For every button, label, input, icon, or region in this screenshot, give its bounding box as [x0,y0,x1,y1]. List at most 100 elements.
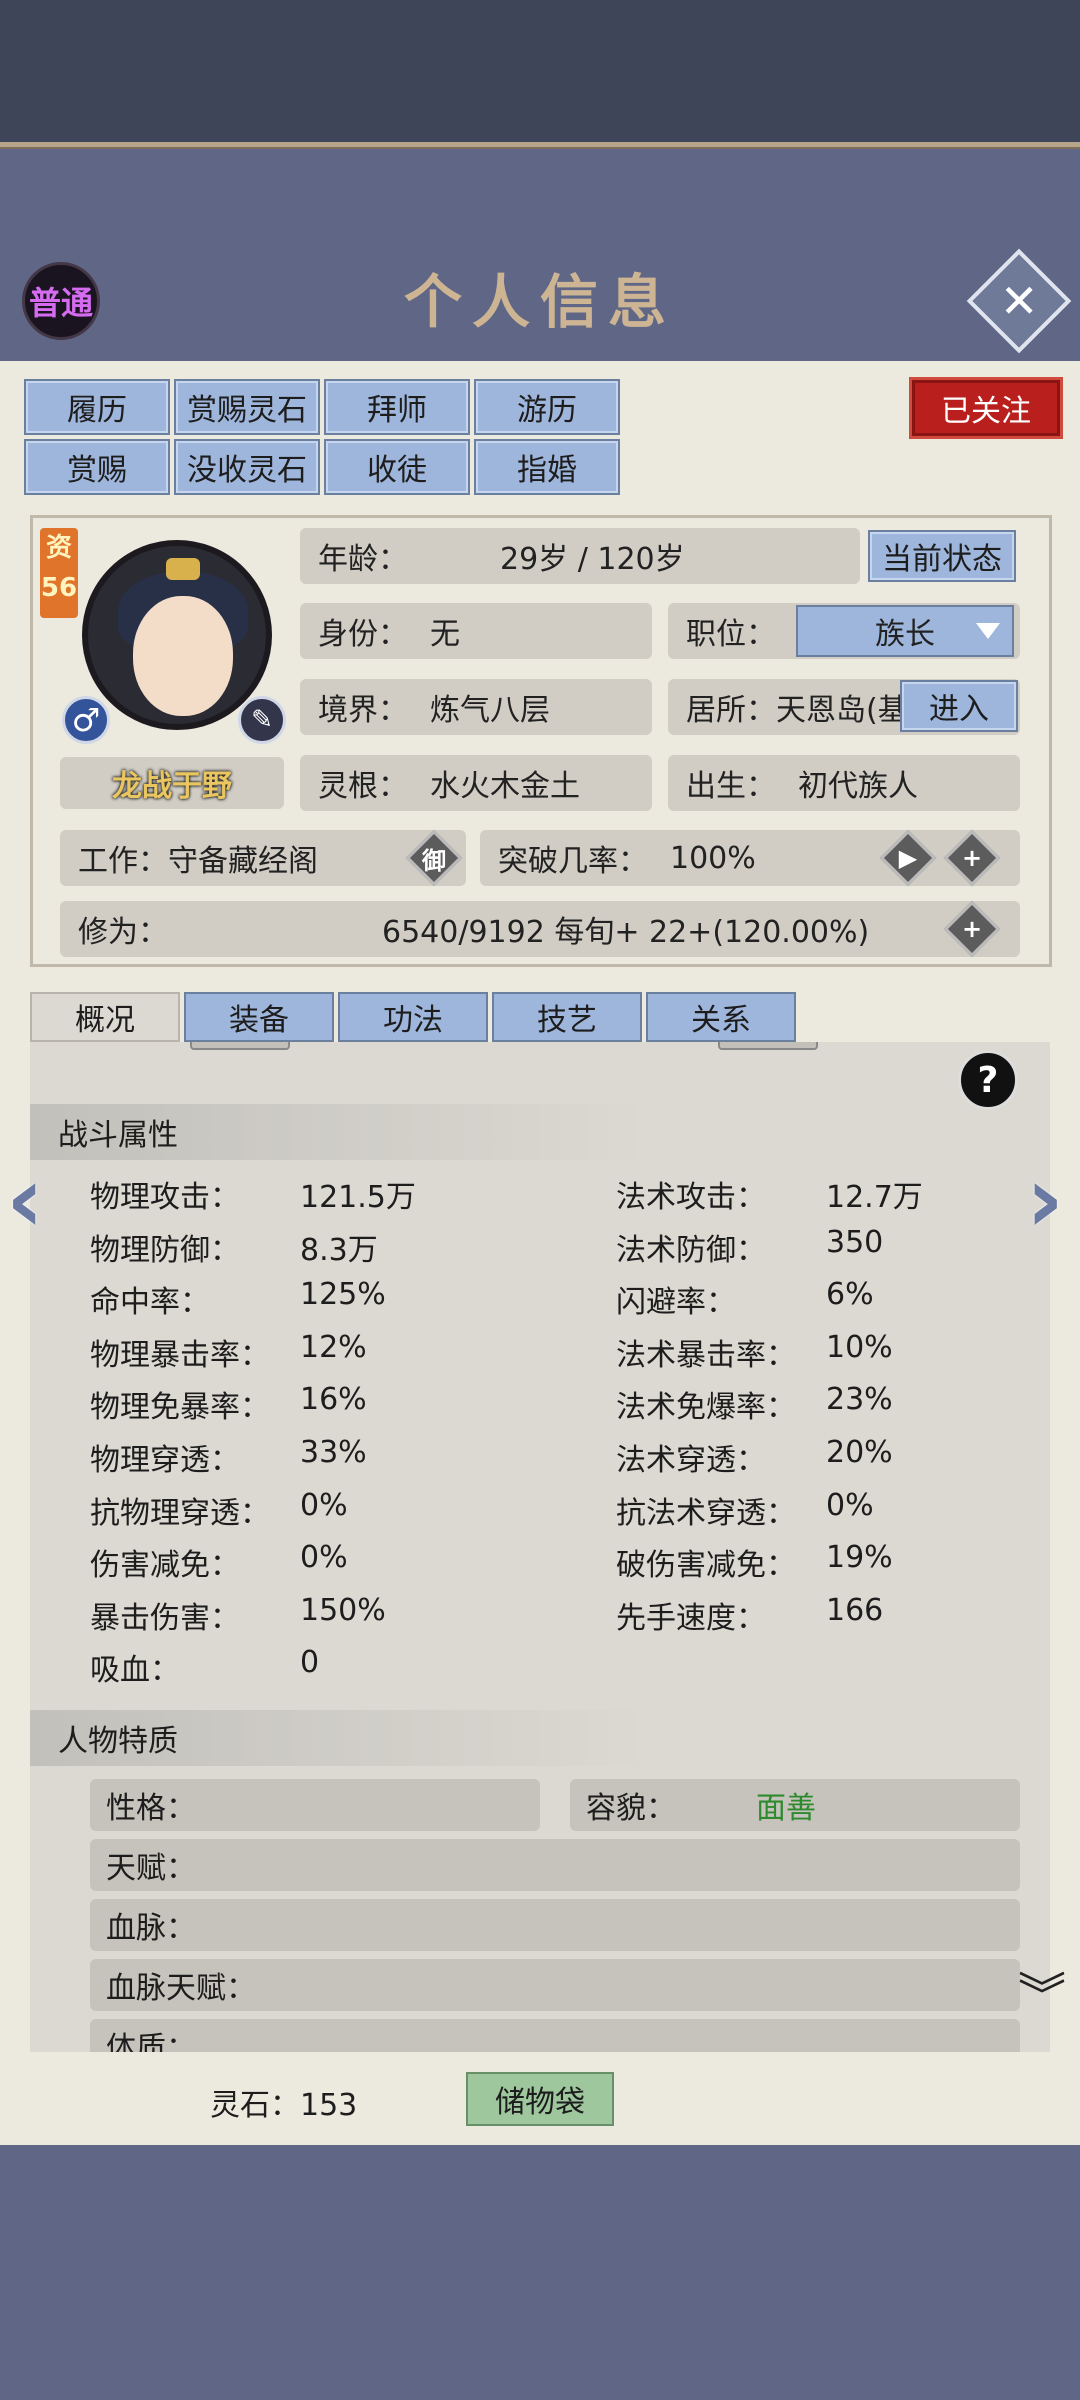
residence-label: 居所： [686,693,776,728]
stat-label-right: 法术防御： [616,1233,766,1268]
stat-label-right: 闪避率： [616,1285,736,1320]
stat-value-left: 8.3万 [300,1233,378,1268]
header-divider [0,142,1080,149]
stat-label-right: 法术暴击率： [616,1338,796,1373]
stat-label-left: 命中率： [90,1285,210,1320]
stat-label-left: 伤害减免： [90,1548,240,1583]
cultivation-value: 6540/9192 每旬+ 22+(120.00%) [382,915,870,950]
scroll-down-chevron-icon[interactable]: ︾ [1012,1972,1072,2032]
stat-value-right: 0% [826,1488,874,1523]
age-field: 年龄： 29岁 / 120岁 [300,528,860,584]
tab-overview[interactable]: 概况 [30,992,180,1042]
age-value: 29岁 / 120岁 [500,542,685,577]
top-band [0,0,1080,145]
arrange-marriage-button[interactable]: 指婚 [474,439,620,495]
character-name: 龙战于野 [60,757,284,809]
breakthrough-value: 100% [670,840,756,876]
physique-label: 体质： [106,2031,196,2052]
clipped-row [30,1042,1050,1058]
apprentice-button[interactable]: 拜师 [324,379,470,435]
confiscate-stones-button[interactable]: 没收灵石 [174,439,320,495]
stat-value-right: 350 [826,1225,884,1260]
stat-value-left: 0% [300,1540,348,1575]
stat-value-right: 166 [826,1593,884,1628]
tab-skills[interactable]: 技艺 [492,992,642,1042]
stat-value-left: 150% [300,1593,386,1628]
followed-button[interactable]: 已关注 [912,380,1060,436]
edit-pen-icon[interactable]: ✎ [238,696,286,744]
tab-relations[interactable]: 关系 [646,992,796,1042]
stat-value-left: 125% [300,1277,386,1312]
page-title: 个人信息 [403,268,676,336]
residence-value: 天恩岛(基 [776,693,908,728]
stat-label-left: 抗物理穿透： [90,1496,270,1531]
position-dropdown[interactable]: 族长 [796,605,1014,657]
talent-field: 天赋： [90,1839,1020,1891]
birth-label: 出生： [686,769,776,804]
stat-label-right: 破伤害减免： [616,1548,796,1583]
stat-label-left: 暴击伤害： [90,1601,240,1636]
appearance-label: 容貌： [586,1791,676,1826]
reward-stones-button[interactable]: 赏赐灵石 [174,379,320,435]
tab-equipment[interactable]: 装备 [184,992,334,1042]
age-label: 年龄： [318,542,408,577]
identity-label: 身份： [318,617,408,652]
appearance-value: 面善 [756,1791,816,1826]
stat-value-left: 0% [300,1488,348,1523]
breakthrough-field: 突破几率： 100% [480,830,1020,886]
birth-field: 出生： 初代族人 [668,755,1020,811]
cultivation-field: 修为： 6540/9192 每旬+ 22+(120.00%) [60,901,1020,957]
history-button[interactable]: 履历 [24,379,170,435]
stat-label-right: 先手速度： [616,1601,766,1636]
tab-techniques[interactable]: 功法 [338,992,488,1042]
cultivation-label: 修为： [78,915,168,950]
stat-label-left: 吸血： [90,1653,180,1688]
breakthrough-label: 突破几率： [498,844,648,879]
stat-value-left: 121.5万 [300,1180,416,1215]
physique-field: 体质： [90,2019,1020,2052]
avatar-crown [166,558,200,580]
birth-value: 初代族人 [798,769,918,804]
take-disciple-button[interactable]: 收徒 [324,439,470,495]
stat-value-left: 16% [300,1382,367,1417]
dropdown-arrow-icon [976,623,1000,639]
qualification-badge: 资 56 [40,528,78,618]
spirit-root-field: 灵根： 水火木金土 [300,755,652,811]
spirit-root-value: 水火木金土 [430,769,580,804]
current-status-button[interactable]: 当前状态 [868,530,1016,582]
stat-label-right: 法术免爆率： [616,1390,796,1425]
next-character-arrow-icon[interactable]: › [1026,1154,1076,1246]
bottom-band [0,2145,1080,2400]
qualification-label: 资 [45,533,72,563]
bloodline-talent-field: 血脉天赋： [90,1959,1020,2011]
spirit-stones-count: 灵石：153 [210,2088,358,2123]
previous-character-arrow-icon[interactable]: ‹ [6,1154,56,1246]
stat-value-right: 20% [826,1435,893,1470]
travel-button[interactable]: 游历 [474,379,620,435]
help-icon[interactable]: ? [958,1050,1018,1110]
personality-field: 性格： [90,1779,540,1831]
stat-label-left: 物理攻击： [90,1180,240,1215]
stat-label-left: 物理防御： [90,1233,240,1268]
bloodline-field: 血脉： [90,1899,1020,1951]
stat-label-left: 物理暴击率： [90,1338,270,1373]
avatar[interactable] [82,540,272,730]
personality-label: 性格： [106,1791,196,1826]
stat-value-left: 12% [300,1330,367,1365]
stat-value-right: 10% [826,1330,893,1365]
talent-label: 天赋： [106,1851,196,1886]
enter-residence-button[interactable]: 进入 [900,680,1018,732]
stat-value-right: 12.7万 [826,1180,923,1215]
storage-bag-button[interactable]: 储物袋 [466,2072,614,2126]
reward-button[interactable]: 赏赐 [24,439,170,495]
job-label: 工作： [78,844,168,879]
stat-label-left: 物理免暴率： [90,1390,270,1425]
job-value: 守备藏经阁 [168,844,318,879]
combat-section-title: 战斗属性 [30,1104,650,1160]
stat-label-right: 法术攻击： [616,1180,766,1215]
clipped-value-box-left [190,1042,290,1050]
spirit-root-label: 灵根： [318,769,408,804]
stat-value-right: 6% [826,1277,874,1312]
stat-value-left: 33% [300,1435,367,1470]
identity-field: 身份： 无 [300,603,652,659]
